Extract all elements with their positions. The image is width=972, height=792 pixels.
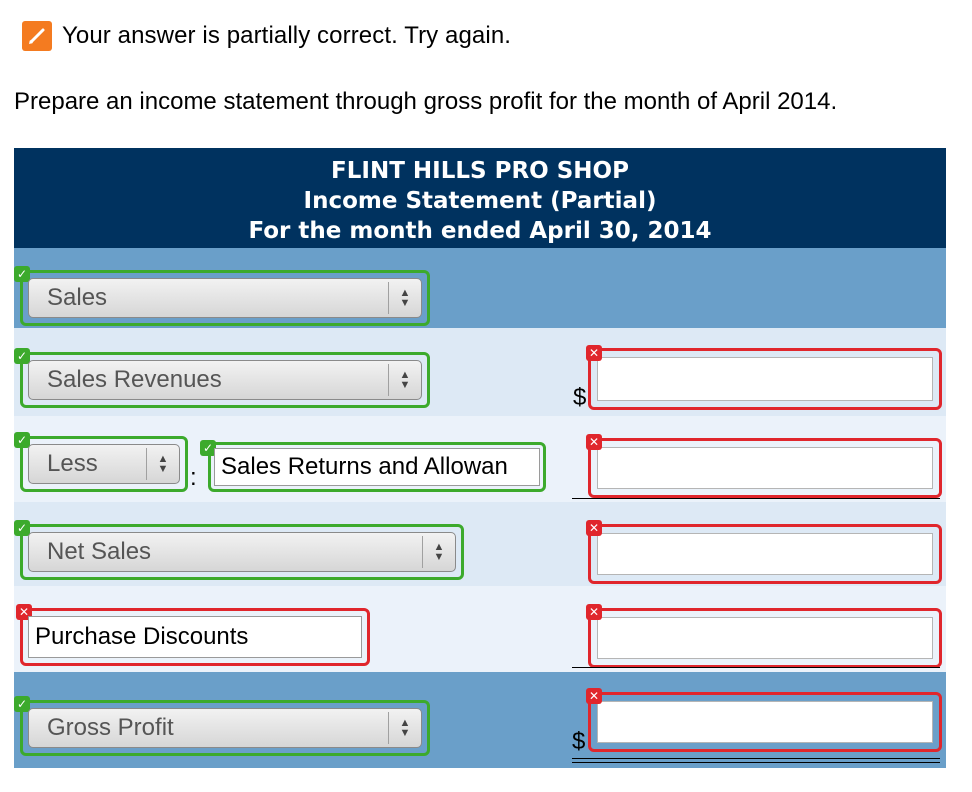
net-sales-select[interactable]: Net Sales ▲ ▼: [28, 532, 456, 572]
underline-rule: [572, 498, 940, 499]
colon-separator: :: [190, 464, 197, 491]
check-icon: ✓: [14, 520, 30, 536]
check-icon: ✓: [14, 696, 30, 712]
error-icon: ✕: [586, 345, 602, 361]
row-net-sales: ✓ Net Sales ▲ ▼ ✕: [14, 502, 946, 586]
purchase-discounts-amount-frame: [588, 608, 942, 668]
purchase-discounts-amount-input[interactable]: [597, 617, 933, 659]
double-underline-bottom: [572, 762, 940, 763]
feedback-status: Your answer is partially correct. Try ag…: [22, 20, 511, 52]
select-arrows-icon: ▲ ▼: [388, 364, 421, 396]
sales-select-value: Sales: [47, 284, 108, 311]
currency-symbol: $: [573, 384, 587, 411]
gross-profit-select[interactable]: Gross Profit ▲ ▼: [28, 708, 422, 748]
double-underline-top: [572, 758, 940, 759]
select-arrows-icon: ▲ ▼: [146, 448, 179, 480]
net-sales-amount-frame: [588, 524, 942, 584]
gross-profit-amount-frame: [588, 692, 942, 752]
underline-rule: [572, 667, 940, 668]
check-icon: ✓: [14, 432, 30, 448]
row-sales-revenues: ✓ Sales Revenues ▲ ▼ $ ✕: [14, 328, 946, 416]
error-icon: ✕: [586, 688, 602, 704]
sales-revenues-amount-frame: [588, 348, 942, 410]
sales-select[interactable]: Sales ▲ ▼: [28, 278, 422, 318]
question-prompt: Prepare an income statement through gros…: [14, 88, 838, 115]
income-statement: FLINT HILLS PRO SHOP Income Statement (P…: [14, 148, 946, 768]
sales-revenues-select[interactable]: Sales Revenues ▲ ▼: [28, 360, 422, 400]
check-icon: ✓: [14, 348, 30, 364]
gross-profit-select-value: Gross Profit: [47, 714, 174, 741]
company-name: FLINT HILLS PRO SHOP: [331, 158, 629, 184]
statement-title: Income Statement (Partial): [303, 188, 657, 214]
feedback-text: Your answer is partially correct. Try ag…: [62, 22, 512, 49]
sales-revenues-select-value: Sales Revenues: [47, 366, 222, 393]
sales-returns-amount-input[interactable]: [597, 447, 933, 489]
error-icon: ✕: [586, 604, 602, 620]
statement-period: For the month ended April 30, 2014: [248, 218, 712, 244]
row-gross-profit: ✓ Gross Profit ▲ ▼ $ ✕: [14, 672, 946, 768]
select-arrows-icon: ▲ ▼: [388, 712, 421, 744]
error-icon: ✕: [586, 434, 602, 450]
row-sales-returns: ✓ Less ▲ ▼ : ✓ Sales Returns and Allowan …: [14, 416, 946, 502]
row-sales: ✓ Sales ▲ ▼: [14, 248, 946, 328]
check-icon: ✓: [14, 266, 30, 282]
purchase-discounts-account-input[interactable]: Purchase Discounts: [28, 616, 362, 658]
error-icon: ✕: [586, 520, 602, 536]
select-arrows-icon: ▲ ▼: [388, 282, 421, 314]
net-sales-select-value: Net Sales: [47, 538, 152, 565]
less-select-value: Less: [47, 450, 98, 477]
sales-returns-account-input[interactable]: Sales Returns and Allowan: [214, 448, 540, 486]
row-purchase-discounts: ✕ Purchase Discounts ✕: [14, 586, 946, 672]
sales-returns-amount-frame: [588, 438, 942, 498]
gross-profit-amount-input[interactable]: [597, 701, 933, 743]
net-sales-amount-input[interactable]: [597, 533, 933, 575]
select-arrows-icon: ▲ ▼: [422, 536, 455, 568]
currency-symbol: $: [572, 728, 586, 755]
less-select[interactable]: Less ▲ ▼: [28, 444, 180, 484]
statement-header: FLINT HILLS PRO SHOP Income Statement (P…: [14, 148, 946, 248]
pencil-icon: [22, 21, 52, 51]
sales-revenues-amount-input[interactable]: [597, 357, 933, 401]
